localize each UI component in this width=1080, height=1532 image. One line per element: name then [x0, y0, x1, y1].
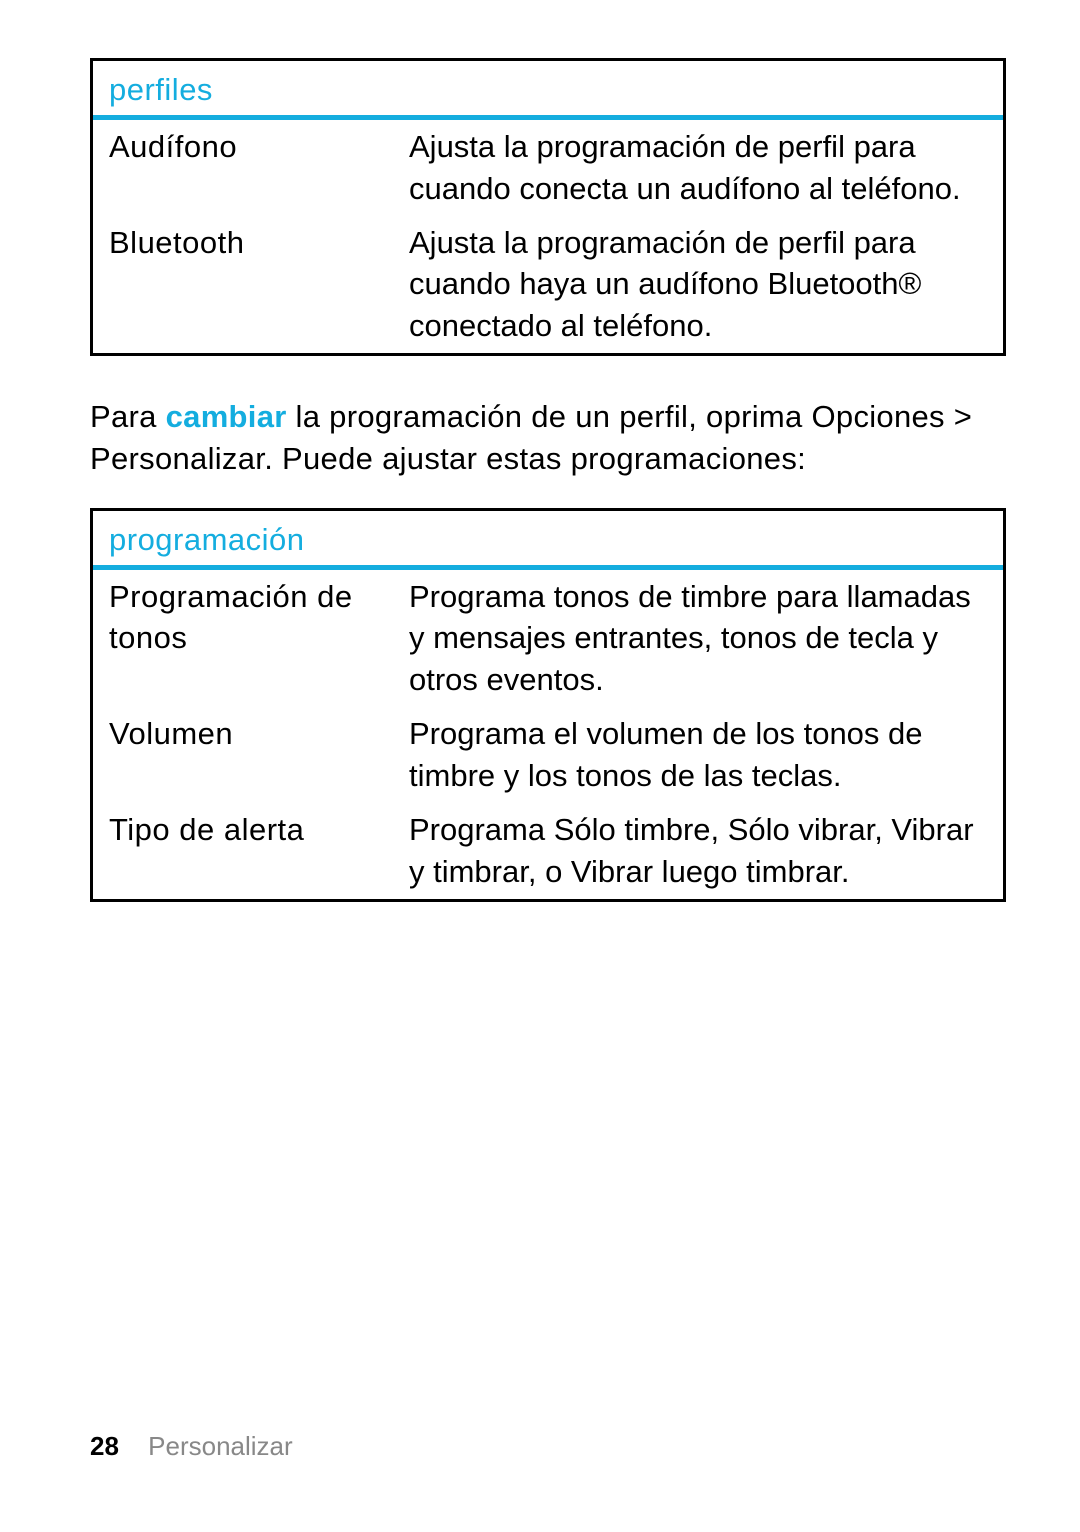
- table-row: Audífono Ajusta la programación de perfi…: [93, 120, 1003, 216]
- document-page: perfiles Audífono Ajusta la programación…: [0, 0, 1080, 1532]
- row-desc: Ajusta la programación de perfil para cu…: [409, 126, 987, 210]
- row-desc: Programa el volumen de los tonos de timb…: [409, 713, 987, 797]
- table-programacion-header: programación: [93, 511, 1003, 570]
- table-row: Programación de tonos Programa tonos de …: [93, 570, 1003, 708]
- paragraph-change-profile: Para cambiar la programación de un perfi…: [90, 396, 1006, 480]
- section-title: Personalizar: [148, 1431, 293, 1461]
- row-desc: Ajusta la programación de perfil para cu…: [409, 222, 987, 348]
- table-row: Volumen Programa el volumen de los tonos…: [93, 707, 1003, 803]
- row-name: Tipo de alerta: [109, 809, 409, 893]
- para-accent: cambiar: [166, 399, 287, 434]
- table-row: Bluetooth Ajusta la programación de perf…: [93, 216, 1003, 354]
- row-name: Audífono: [109, 126, 409, 210]
- row-desc: Programa tonos de timbre para llamadas y…: [409, 576, 987, 702]
- page-footer: 28 Personalizar: [90, 1429, 293, 1464]
- row-name: Volumen: [109, 713, 409, 797]
- table-perfiles: perfiles Audífono Ajusta la programación…: [90, 58, 1006, 356]
- table-programacion: programación Programación de tonos Progr…: [90, 508, 1006, 902]
- row-desc: Programa Sólo timbre, Sólo vibrar, Vibra…: [409, 809, 987, 893]
- page-number: 28: [90, 1431, 119, 1461]
- table-row: Tipo de alerta Programa Sólo timbre, Sól…: [93, 803, 1003, 899]
- para-lead: Para: [90, 399, 166, 434]
- table-perfiles-header: perfiles: [93, 61, 1003, 120]
- row-name: Bluetooth: [109, 222, 409, 348]
- row-name: Programación de tonos: [109, 576, 409, 702]
